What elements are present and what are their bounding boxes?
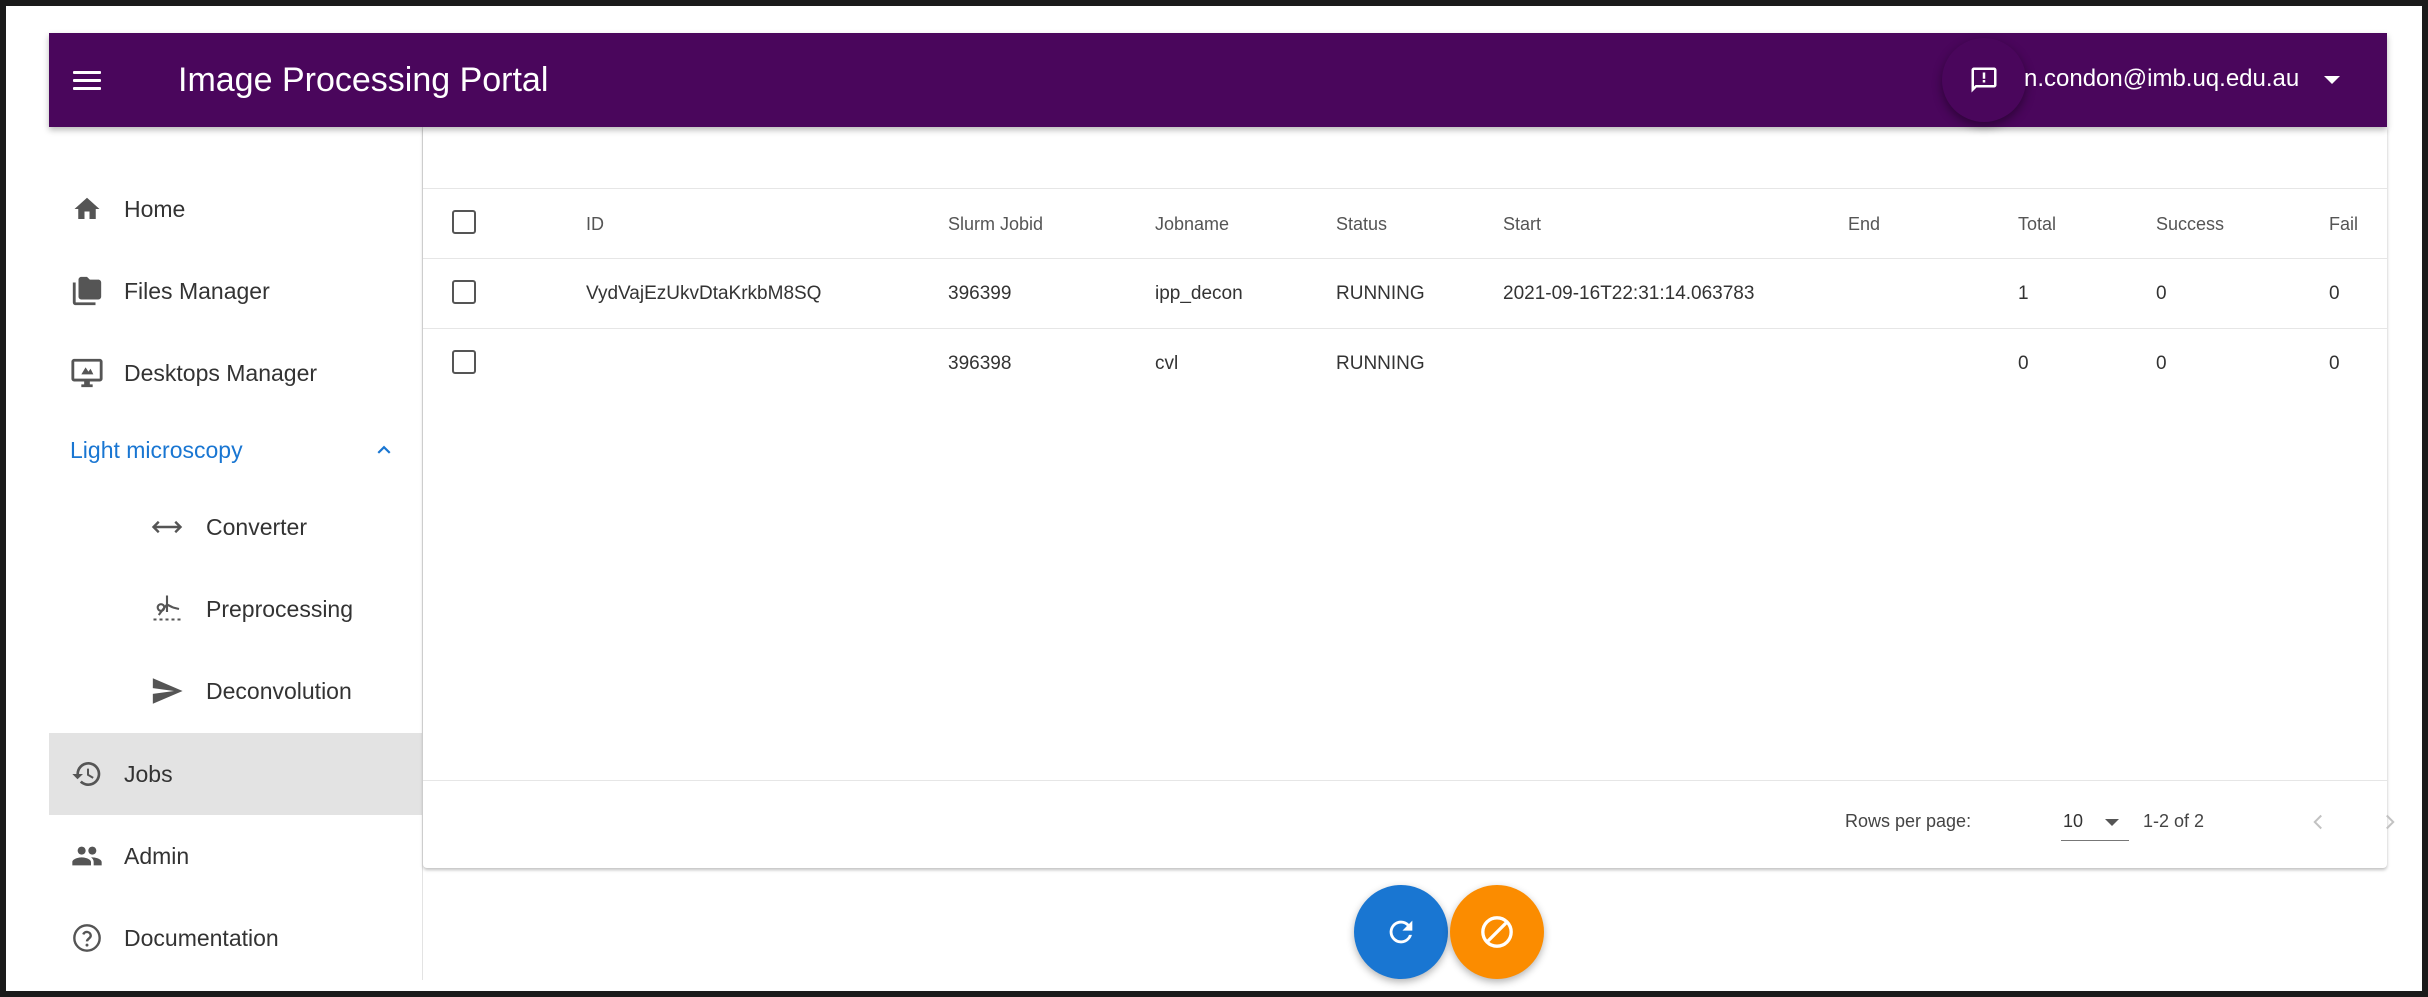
previous-page-button[interactable] xyxy=(2300,804,2336,840)
sidebar-item-label: Converter xyxy=(206,513,307,540)
app-title: Image Processing Portal xyxy=(178,61,549,99)
arrow-drop-down-icon xyxy=(2105,819,2119,826)
history-icon xyxy=(69,756,105,792)
screenshot-frame: Image Processing Portal n.condon@imb.uq.… xyxy=(0,0,2428,997)
chevron-up-icon[interactable] xyxy=(369,435,399,465)
cell-slurm-jobid: 396399 xyxy=(948,283,1012,304)
home-icon xyxy=(69,191,105,227)
row-checkbox[interactable] xyxy=(452,350,476,374)
column-header-fail[interactable]: Fail xyxy=(2329,189,2358,259)
feedback-button[interactable] xyxy=(1942,38,2026,122)
cell-fail: 0 xyxy=(2329,283,2340,304)
column-header-success[interactable]: Success xyxy=(2156,189,2224,259)
sidebar-item-jobs[interactable]: Jobs xyxy=(49,733,422,815)
refresh-icon xyxy=(1389,920,1413,944)
cancel-job-button[interactable] xyxy=(1450,885,1544,979)
sidebar-item-label: Jobs xyxy=(124,760,173,787)
column-header-jobname[interactable]: Jobname xyxy=(1155,189,1229,259)
row-checkbox[interactable] xyxy=(452,280,476,304)
column-header-end[interactable]: End xyxy=(1848,189,1880,259)
rows-per-page-select[interactable]: 10 xyxy=(2061,803,2129,841)
swap-horiz-icon xyxy=(149,509,185,545)
cell-status: RUNNING xyxy=(1336,283,1425,304)
sidebar-item-label: Deconvolution xyxy=(206,677,352,704)
sidebar-item-label: Files Manager xyxy=(124,277,270,304)
pagination-range: 1-2 of 2 xyxy=(2143,811,2205,831)
sidebar-item-converter[interactable]: Converter xyxy=(49,486,422,568)
refresh-button[interactable] xyxy=(1354,885,1448,979)
sidebar-item-files-manager[interactable]: Files Manager xyxy=(49,250,422,332)
cell-jobname: ipp_decon xyxy=(1155,283,1243,304)
main-content: ID Slurm Jobid Jobname Status Start End … xyxy=(423,127,2395,980)
user-email[interactable]: n.condon@imb.uq.edu.au xyxy=(2024,63,2299,95)
sidebar-group-label: Light microscopy xyxy=(70,436,243,463)
column-header-slurm-jobid[interactable]: Slurm Jobid xyxy=(948,189,1043,259)
next-page-button[interactable] xyxy=(2372,804,2408,840)
cell-total: 0 xyxy=(2018,353,2029,374)
column-header-total[interactable]: Total xyxy=(2018,189,2056,259)
cell-success: 0 xyxy=(2156,353,2167,374)
sidebar-item-label: Admin xyxy=(124,842,190,869)
feedback-icon xyxy=(1971,67,1997,93)
send-icon xyxy=(149,673,185,709)
table-row[interactable]: VydVajEzUkvDtaKrkbM8SQ 396399 ipp_decon … xyxy=(423,259,2387,329)
select-all-checkbox[interactable] xyxy=(452,210,476,234)
people-icon xyxy=(69,838,105,874)
block-icon xyxy=(1481,916,1513,948)
sidebar-item-documentation[interactable]: Documentation xyxy=(49,897,422,979)
desktop-icon xyxy=(69,355,105,391)
jobs-table-card: ID Slurm Jobid Jobname Status Start End … xyxy=(423,127,2395,868)
cell-id: VydVajEzUkvDtaKrkbM8SQ xyxy=(586,283,822,304)
chevron-right-icon xyxy=(2386,814,2395,830)
cell-start: 2021-09-16T22:31:14.063783 xyxy=(1503,283,1755,304)
sidebar-item-label: Home xyxy=(124,195,186,222)
sidebar-item-desktops-manager[interactable]: Desktops Manager xyxy=(49,332,422,414)
rows-per-page-label: Rows per page: xyxy=(1845,811,1972,831)
menu-icon[interactable] xyxy=(67,60,107,100)
cell-total: 1 xyxy=(2018,283,2029,304)
table-header-row: ID Slurm Jobid Jobname Status Start End … xyxy=(423,189,2387,259)
sidebar: Home Files Manager Desktops Manager Ligh… xyxy=(49,127,423,980)
sidebar-item-preprocessing[interactable]: Preprocessing xyxy=(49,568,422,650)
preprocessing-icon xyxy=(149,591,185,627)
folder-icon xyxy=(69,273,105,309)
chevron-left-icon xyxy=(2313,814,2322,830)
help-outline-icon xyxy=(69,920,105,956)
cell-success: 0 xyxy=(2156,283,2167,304)
cell-slurm-jobid: 396398 xyxy=(948,353,1012,374)
sidebar-item-label: Desktops Manager xyxy=(124,359,318,386)
column-header-status[interactable]: Status xyxy=(1336,189,1387,259)
cell-status: RUNNING xyxy=(1336,353,1425,374)
top-app-bar: Image Processing Portal n.condon@imb.uq.… xyxy=(49,33,2387,127)
sidebar-item-admin[interactable]: Admin xyxy=(49,815,422,897)
cell-jobname: cvl xyxy=(1155,353,1179,374)
arrow-drop-down-icon[interactable] xyxy=(2319,69,2345,91)
column-header-id[interactable]: ID xyxy=(586,189,604,259)
divider xyxy=(423,780,2387,781)
column-header-start[interactable]: Start xyxy=(1503,189,1541,259)
table-row[interactable]: 396398 cvl RUNNING 0 0 0 xyxy=(423,329,2387,399)
sidebar-item-home[interactable]: Home xyxy=(49,168,422,250)
sidebar-group-light-microscopy[interactable]: Light microscopy xyxy=(49,409,422,491)
app-window: Image Processing Portal n.condon@imb.uq.… xyxy=(49,33,2395,980)
sidebar-item-deconvolution[interactable]: Deconvolution xyxy=(49,650,422,732)
sidebar-item-label: Documentation xyxy=(124,924,279,951)
sidebar-item-label: Preprocessing xyxy=(206,595,354,622)
cell-fail: 0 xyxy=(2329,353,2340,374)
rows-per-page-value: 10 xyxy=(2063,811,2084,831)
